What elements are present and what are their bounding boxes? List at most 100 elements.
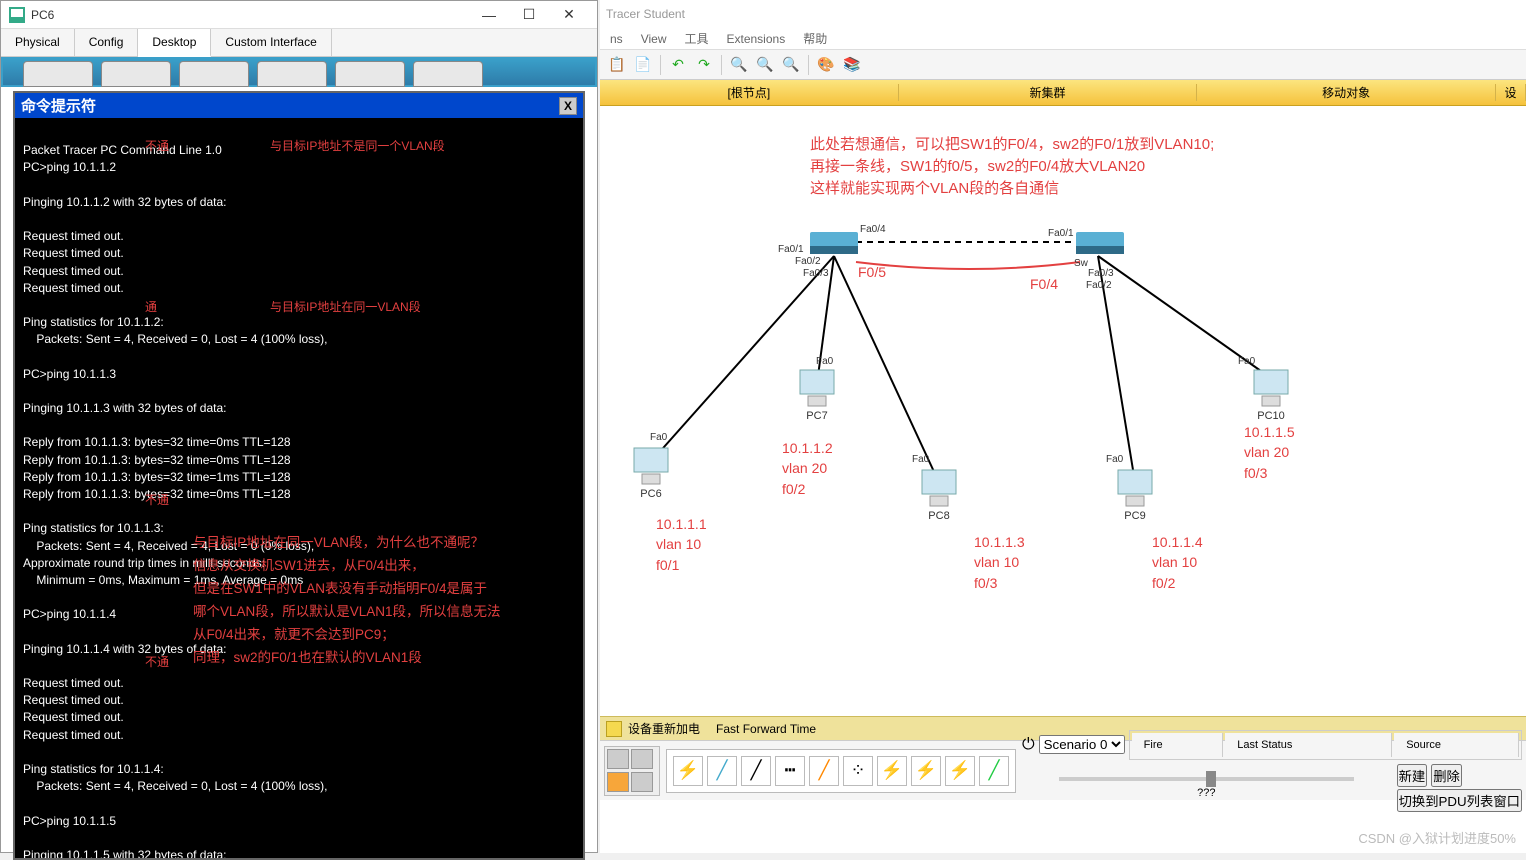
- desktop-app-icon[interactable]: [413, 61, 483, 87]
- power-icon[interactable]: ⏻: [1022, 736, 1035, 754]
- menu-item[interactable]: ns: [610, 32, 623, 46]
- undo-icon[interactable]: ↶: [667, 54, 689, 76]
- device-pc6[interactable]: PC6: [628, 446, 674, 500]
- conn-console-icon[interactable]: ╱: [707, 756, 737, 786]
- conn-coax-icon[interactable]: ⚡: [877, 756, 907, 786]
- navigation-bar: [根节点] 新集群 移动对象 设: [600, 80, 1526, 106]
- device-label: PC6: [628, 488, 674, 500]
- pc-icon: [628, 446, 674, 488]
- device-info: 10.1.1.3 vlan 10 f0/3: [974, 532, 1025, 593]
- device-pc7[interactable]: PC7: [794, 368, 840, 422]
- tab-physical[interactable]: Physical: [1, 29, 75, 56]
- menu-item[interactable]: 帮助: [803, 30, 827, 47]
- tab-custom[interactable]: Custom Interface: [211, 29, 331, 56]
- desktop-app-icon[interactable]: [179, 61, 249, 87]
- nav-set[interactable]: 设: [1496, 84, 1526, 101]
- port-label: Fa0/3: [1088, 268, 1114, 279]
- minimize-button[interactable]: —: [469, 2, 509, 28]
- topology-canvas[interactable]: Fa0/1 Fa0/2 Fa0/3 Fa0/4 Fa0/1 Sw Fa0/3 F…: [600, 106, 1526, 716]
- new-button[interactable]: 新建: [1397, 764, 1428, 787]
- cmd-title: 命令提示符: [21, 95, 559, 116]
- cmd-text: Packet Tracer PC Command Line 1.0 PC>pin…: [23, 143, 328, 858]
- conn-fiber-icon[interactable]: ╱: [809, 756, 839, 786]
- zoom-in-icon[interactable]: 🔍: [728, 54, 750, 76]
- zoom-slider[interactable]: ???: [1022, 768, 1391, 808]
- topology-note: 此处若想通信，可以把SW1的F0/4，sw2的F0/1放到VLAN10; 再接一…: [810, 134, 1214, 199]
- switch-sw2[interactable]: [1076, 232, 1124, 256]
- conn-octal-icon[interactable]: ╱: [979, 756, 1009, 786]
- fft-label[interactable]: Fast Forward Time: [716, 722, 816, 736]
- reload-label[interactable]: 设备重新加电: [628, 720, 700, 737]
- port-annotation: F0/4: [1030, 274, 1058, 294]
- desktop-app-icon[interactable]: [257, 61, 327, 87]
- conn-auto-icon[interactable]: ⚡: [673, 756, 703, 786]
- toggle-pdu-button[interactable]: 切换到PDU列表窗口: [1397, 789, 1522, 812]
- device-info: 10.1.1.2 vlan 20 f0/2: [782, 438, 833, 499]
- conn-serial-icon[interactable]: ⚡: [911, 756, 941, 786]
- conn-straight-icon[interactable]: ╱: [741, 756, 771, 786]
- annotation: 与目标IP地址在同一VLAN段: [270, 299, 421, 315]
- pc-icon: [1112, 468, 1158, 510]
- menu-item[interactable]: 工具: [684, 30, 708, 47]
- pc6-tabs: Physical Config Desktop Custom Interface: [1, 29, 597, 57]
- port-label: Fa0/4: [860, 224, 886, 235]
- device-pc9[interactable]: PC9: [1112, 468, 1158, 522]
- conn-phone-icon[interactable]: ⁘: [843, 756, 873, 786]
- packet-tracer-window: Tracer Student ns View 工具 Extensions 帮助 …: [600, 0, 1526, 853]
- col-status[interactable]: Last Status: [1225, 733, 1392, 757]
- nav-cluster[interactable]: 新集群: [899, 84, 1198, 101]
- zoom-reset-icon[interactable]: 🔍: [754, 54, 776, 76]
- pt-menu: ns View 工具 Extensions 帮助: [600, 28, 1526, 50]
- device-info: 10.1.1.1 vlan 10 f0/1: [656, 514, 707, 575]
- col-fire[interactable]: Fire: [1132, 733, 1224, 757]
- port-label: Fa0: [816, 356, 833, 367]
- device-label: PC9: [1112, 510, 1158, 522]
- slider-label: ???: [1197, 787, 1215, 799]
- port-label: Fa0: [1106, 454, 1123, 465]
- close-button[interactable]: ✕: [549, 2, 589, 28]
- scenario-select[interactable]: Scenario 0: [1039, 735, 1125, 754]
- tab-config[interactable]: Config: [75, 29, 139, 56]
- layers-icon[interactable]: 📚: [841, 54, 863, 76]
- cmd-titlebar[interactable]: 命令提示符 X: [15, 93, 583, 118]
- col-source[interactable]: Source: [1394, 733, 1519, 757]
- maximize-button[interactable]: ☐: [509, 2, 549, 28]
- switch-sw1[interactable]: [810, 232, 858, 256]
- desktop-app-icon[interactable]: [23, 61, 93, 87]
- app-icon: [9, 7, 25, 23]
- device-pc8[interactable]: PC8: [916, 468, 962, 522]
- delete-button[interactable]: 删除: [1431, 764, 1462, 787]
- connection-palette: ⚡ ╱ ╱ ┅ ╱ ⁘ ⚡ ⚡ ⚡ ╱: [666, 749, 1016, 793]
- port-label: Fa0: [912, 454, 929, 465]
- annotation: 与目标IP地址不是同一个VLAN段: [270, 138, 445, 154]
- port-label: Fa0/2: [795, 256, 821, 267]
- cmd-close-button[interactable]: X: [559, 97, 577, 115]
- device-palette-row: ⚡ ╱ ╱ ┅ ╱ ⁘ ⚡ ⚡ ⚡ ╱ ⏻ Scenario 0 Fire La…: [600, 740, 1526, 800]
- cmd-output[interactable]: Packet Tracer PC Command Line 1.0 PC>pin…: [15, 118, 583, 858]
- conn-serial2-icon[interactable]: ⚡: [945, 756, 975, 786]
- zoom-out-icon[interactable]: 🔍: [780, 54, 802, 76]
- pc6-titlebar[interactable]: PC6 — ☐ ✕: [1, 1, 597, 29]
- device-pc10[interactable]: PC10: [1248, 368, 1294, 422]
- window-title: PC6: [31, 8, 469, 22]
- menu-item[interactable]: View: [641, 32, 667, 46]
- watermark: CSDN @入狱计划进度50%: [1358, 828, 1516, 847]
- desktop-icons: [1, 57, 597, 87]
- device-info: 10.1.1.4 vlan 10 f0/2: [1152, 532, 1203, 593]
- desktop-app-icon[interactable]: [101, 61, 171, 87]
- port-label: Fa0: [1238, 356, 1255, 367]
- tab-desktop[interactable]: Desktop: [138, 29, 211, 57]
- conn-cross-icon[interactable]: ┅: [775, 756, 805, 786]
- palette-icon[interactable]: 🎨: [815, 54, 837, 76]
- nav-root[interactable]: [根节点]: [600, 84, 899, 101]
- paste-icon[interactable]: 📄: [632, 54, 654, 76]
- device-category[interactable]: [604, 746, 660, 796]
- desktop-app-icon[interactable]: [335, 61, 405, 87]
- annotation: 不通: [145, 138, 169, 154]
- pc-icon: [916, 468, 962, 510]
- port-annotation: F0/5: [858, 262, 886, 282]
- redo-icon[interactable]: ↷: [693, 54, 715, 76]
- menu-item[interactable]: Extensions: [727, 32, 786, 46]
- nav-move[interactable]: 移动对象: [1197, 84, 1496, 101]
- copy-icon[interactable]: 📋: [606, 54, 628, 76]
